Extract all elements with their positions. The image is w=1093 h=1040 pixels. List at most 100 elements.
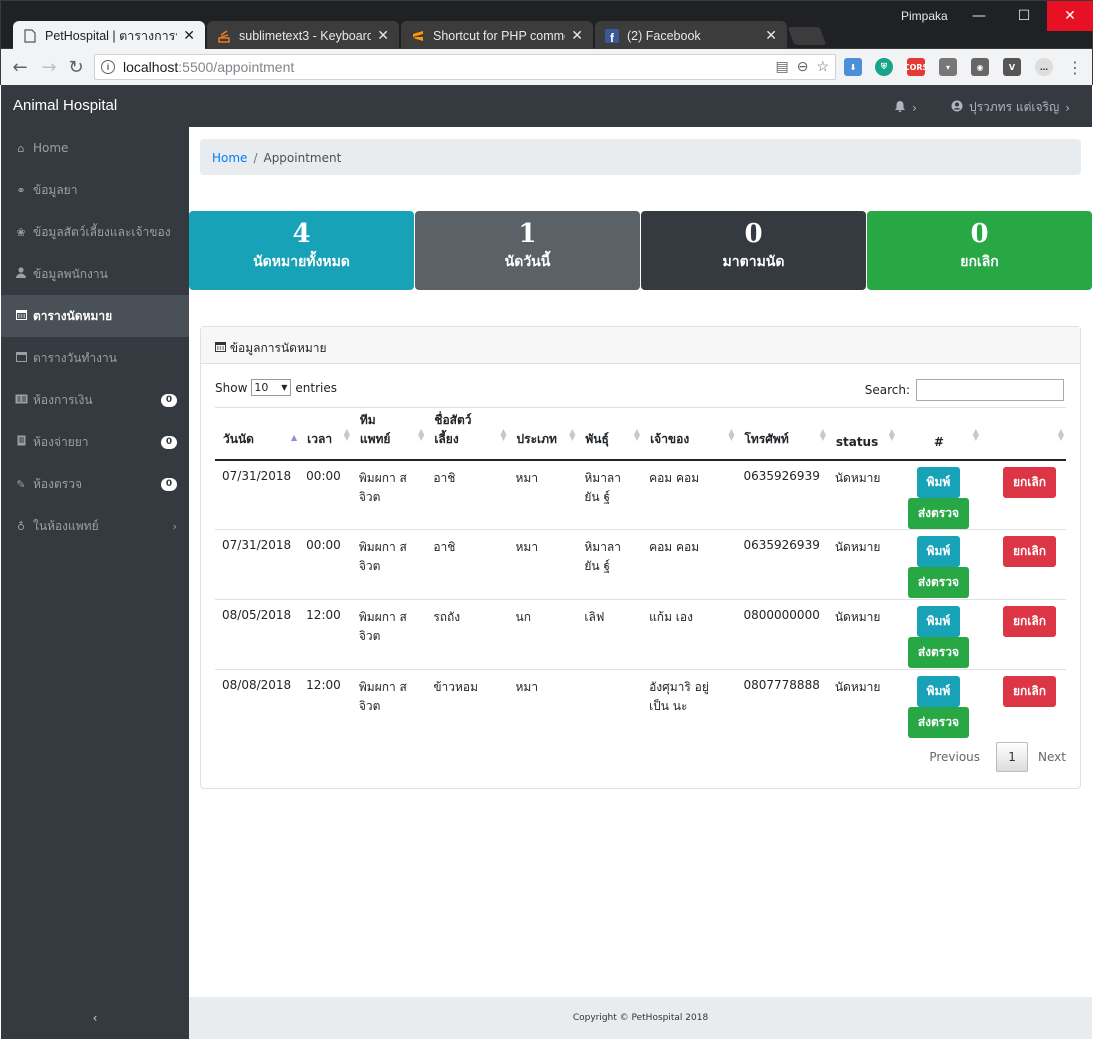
sort-icon: ▲ ▼: [972, 426, 979, 442]
sort-icon: ▲ ▼: [888, 426, 895, 442]
sidebar-item-staff[interactable]: ข้อมูลพนักงาน: [1, 253, 189, 295]
sort-asc-icon: ▲: [291, 432, 298, 442]
close-window-button[interactable]: ✕: [1047, 1, 1093, 31]
sort-icon: ▲ ▼: [343, 426, 350, 442]
column-header-owner[interactable]: เจ้าของ ▲ ▼: [642, 407, 737, 461]
browser-tab-sublime[interactable]: sublimetext3 - Keyboard s ✕: [207, 21, 399, 50]
page-1-button[interactable]: 1: [996, 742, 1029, 772]
column-header-doctor-team[interactable]: ทีม แพทย์ ▲ ▼: [351, 407, 427, 461]
column-header-phone[interactable]: โทรศัพท์ ▲ ▼: [736, 407, 828, 461]
table-row: 08/08/2018 12:00 พิมผกา สจิวต ข้าวหอม หม…: [215, 669, 1066, 740]
search-input[interactable]: [916, 379, 1064, 401]
info-icon[interactable]: i: [101, 60, 115, 74]
sidebar-item-appointments[interactable]: ตารางนัดหมาย: [1, 295, 189, 337]
paw-icon: ❀: [16, 225, 26, 239]
extension-camera-icon[interactable]: ◉: [971, 58, 989, 76]
chevron-right-icon[interactable]: ›: [912, 101, 917, 115]
sort-icon: ▲ ▼: [819, 426, 826, 442]
calendar-icon: [14, 309, 28, 323]
extension-download-icon[interactable]: ⬇: [844, 58, 862, 76]
sort-icon: ▲ ▼: [500, 426, 507, 442]
extension-cors-icon[interactable]: CORS: [904, 58, 928, 76]
extension-vue-icon[interactable]: V: [1003, 58, 1021, 76]
user-circle-icon[interactable]: [951, 100, 963, 115]
breadcrumb-current: Appointment: [263, 151, 342, 165]
sidebar-item-finance[interactable]: ห้องการเงิน 0: [1, 379, 189, 421]
column-header-actions[interactable]: # ▲ ▼: [896, 407, 981, 461]
send-to-exam-button[interactable]: ส่งตรวจ: [907, 567, 970, 598]
sort-icon: ▲ ▼: [728, 426, 735, 442]
cancel-appointment-button[interactable]: ยกเลิก: [1002, 676, 1056, 707]
pen-icon: ✎: [16, 477, 26, 491]
card-arrived: 0 มาตามนัด: [641, 211, 866, 290]
cancel-appointment-button[interactable]: ยกเลิก: [1002, 536, 1056, 567]
browser-profile-name[interactable]: Pimpaka: [901, 9, 948, 23]
breadcrumb-home-link[interactable]: Home: [212, 151, 247, 165]
card-cancelled: 0 ยกเลิก: [867, 211, 1092, 290]
entries-select[interactable]: 10 ▼: [251, 379, 292, 396]
print-button[interactable]: พิมพ์: [916, 466, 961, 498]
sidebar: ⌂ Home ⚭ ข้อมูลยา ❀ ข้อมูลสัตว์เลี้ยงและ…: [1, 127, 189, 997]
cancel-appointment-button[interactable]: ยกเลิก: [1002, 466, 1056, 498]
sidebar-item-work-schedule[interactable]: ตารางวันทำงาน: [1, 337, 189, 379]
maximize-button[interactable]: ☐: [1001, 1, 1047, 31]
translate-icon[interactable]: ▤: [775, 58, 788, 75]
sidebar-item-pets-owners[interactable]: ❀ ข้อมูลสัตว์เลี้ยงและเจ้าของ: [1, 211, 189, 253]
brand-title[interactable]: Animal Hospital: [13, 97, 117, 114]
extension-shield-icon[interactable]: ⛨: [875, 58, 893, 76]
forward-icon[interactable]: →: [37, 55, 61, 79]
zoom-icon[interactable]: ⊖: [797, 58, 809, 75]
sidebar-item-dispensary[interactable]: ห้องจ่ายยา 0: [1, 421, 189, 463]
column-header-type[interactable]: ประเภท ▲ ▼: [508, 407, 578, 461]
star-icon[interactable]: ☆: [816, 58, 829, 75]
next-page-button[interactable]: Next: [1038, 750, 1066, 764]
table-row: 07/31/2018 00:00 พิมผกา สจิวต อาชิ หมา ห…: [215, 459, 1066, 530]
sidebar-collapse-button[interactable]: ‹: [1, 997, 189, 1039]
table-search: Search:: [865, 379, 1064, 401]
new-tab-button[interactable]: [787, 27, 827, 45]
browser-tab-shortcut[interactable]: Shortcut for PHP comme ✕: [401, 21, 593, 50]
column-header-breed[interactable]: พันธุ์ ▲ ▼: [577, 407, 643, 461]
sidebar-item-exam-room[interactable]: ✎ ห้องตรวจ 0: [1, 463, 189, 505]
card-total-appointments: 4 นัดหมายทั้งหมด: [189, 211, 414, 290]
previous-page-button[interactable]: Previous: [929, 750, 980, 764]
browser-tab-pethospital[interactable]: PetHospital | ตารางการนัดหม ✕: [13, 21, 205, 50]
chevron-right-icon: ›: [172, 519, 177, 533]
browser-menu-icon[interactable]: ⋮: [1063, 55, 1087, 79]
print-button[interactable]: พิมพ์: [916, 676, 961, 707]
minimize-button[interactable]: —: [956, 1, 1002, 31]
reload-icon[interactable]: ↻: [64, 55, 88, 79]
send-to-exam-button[interactable]: ส่งตรวจ: [907, 707, 970, 738]
chevron-right-icon[interactable]: ›: [1065, 101, 1070, 115]
send-to-exam-button[interactable]: ส่งตรวจ: [907, 637, 970, 668]
column-header-time[interactable]: เวลา ▲ ▼: [299, 407, 352, 461]
extension-ellipsis-icon[interactable]: …: [1035, 58, 1053, 76]
stethoscope-icon: ♁: [16, 519, 26, 533]
close-tab-icon[interactable]: ✕: [765, 27, 777, 44]
sidebar-item-home[interactable]: ⌂ Home: [1, 127, 189, 169]
bell-icon[interactable]: [894, 100, 906, 115]
extension-vpn-icon[interactable]: ▾: [939, 58, 957, 76]
entries-length-control: Show 10 ▼ entries: [215, 379, 337, 396]
close-tab-icon[interactable]: ✕: [183, 27, 195, 44]
sidebar-item-medicine[interactable]: ⚭ ข้อมูลยา: [1, 169, 189, 211]
print-button[interactable]: พิมพ์: [916, 536, 961, 567]
browser-tab-facebook[interactable]: f (2) Facebook ✕: [595, 21, 787, 50]
column-header-date[interactable]: วันนัด ▲: [215, 407, 300, 461]
print-button[interactable]: พิมพ์: [916, 606, 961, 637]
send-to-exam-button[interactable]: ส่งตรวจ: [907, 497, 970, 529]
column-header-status[interactable]: status ▲ ▼: [827, 407, 897, 461]
address-bar[interactable]: i localhost:5500/appointment ▤ ⊖ ☆: [94, 54, 836, 80]
user-name[interactable]: ปุรวภทร แต่เจริญ: [969, 98, 1059, 117]
cancel-appointment-button[interactable]: ยกเลิก: [1002, 606, 1056, 637]
column-header-cancel[interactable]: ▲ ▼: [980, 407, 1066, 461]
chevron-left-icon[interactable]: ‹: [93, 1011, 98, 1025]
card-today-appointments: 1 นัดวันนี้: [415, 211, 640, 290]
close-tab-icon[interactable]: ✕: [571, 27, 583, 44]
back-icon[interactable]: ←: [8, 55, 32, 79]
close-tab-icon[interactable]: ✕: [377, 27, 389, 44]
sidebar-item-doctor-room[interactable]: ♁ ในห้องแพทย์ ›: [1, 505, 189, 547]
column-header-pet-name[interactable]: ชื่อสัตว์ เลี้ยง ▲ ▼: [426, 407, 509, 461]
count-badge: 0: [161, 394, 177, 407]
table-row: 07/31/2018 00:00 พิมผกา สจิวต อาชิ หมา ห…: [215, 529, 1066, 600]
